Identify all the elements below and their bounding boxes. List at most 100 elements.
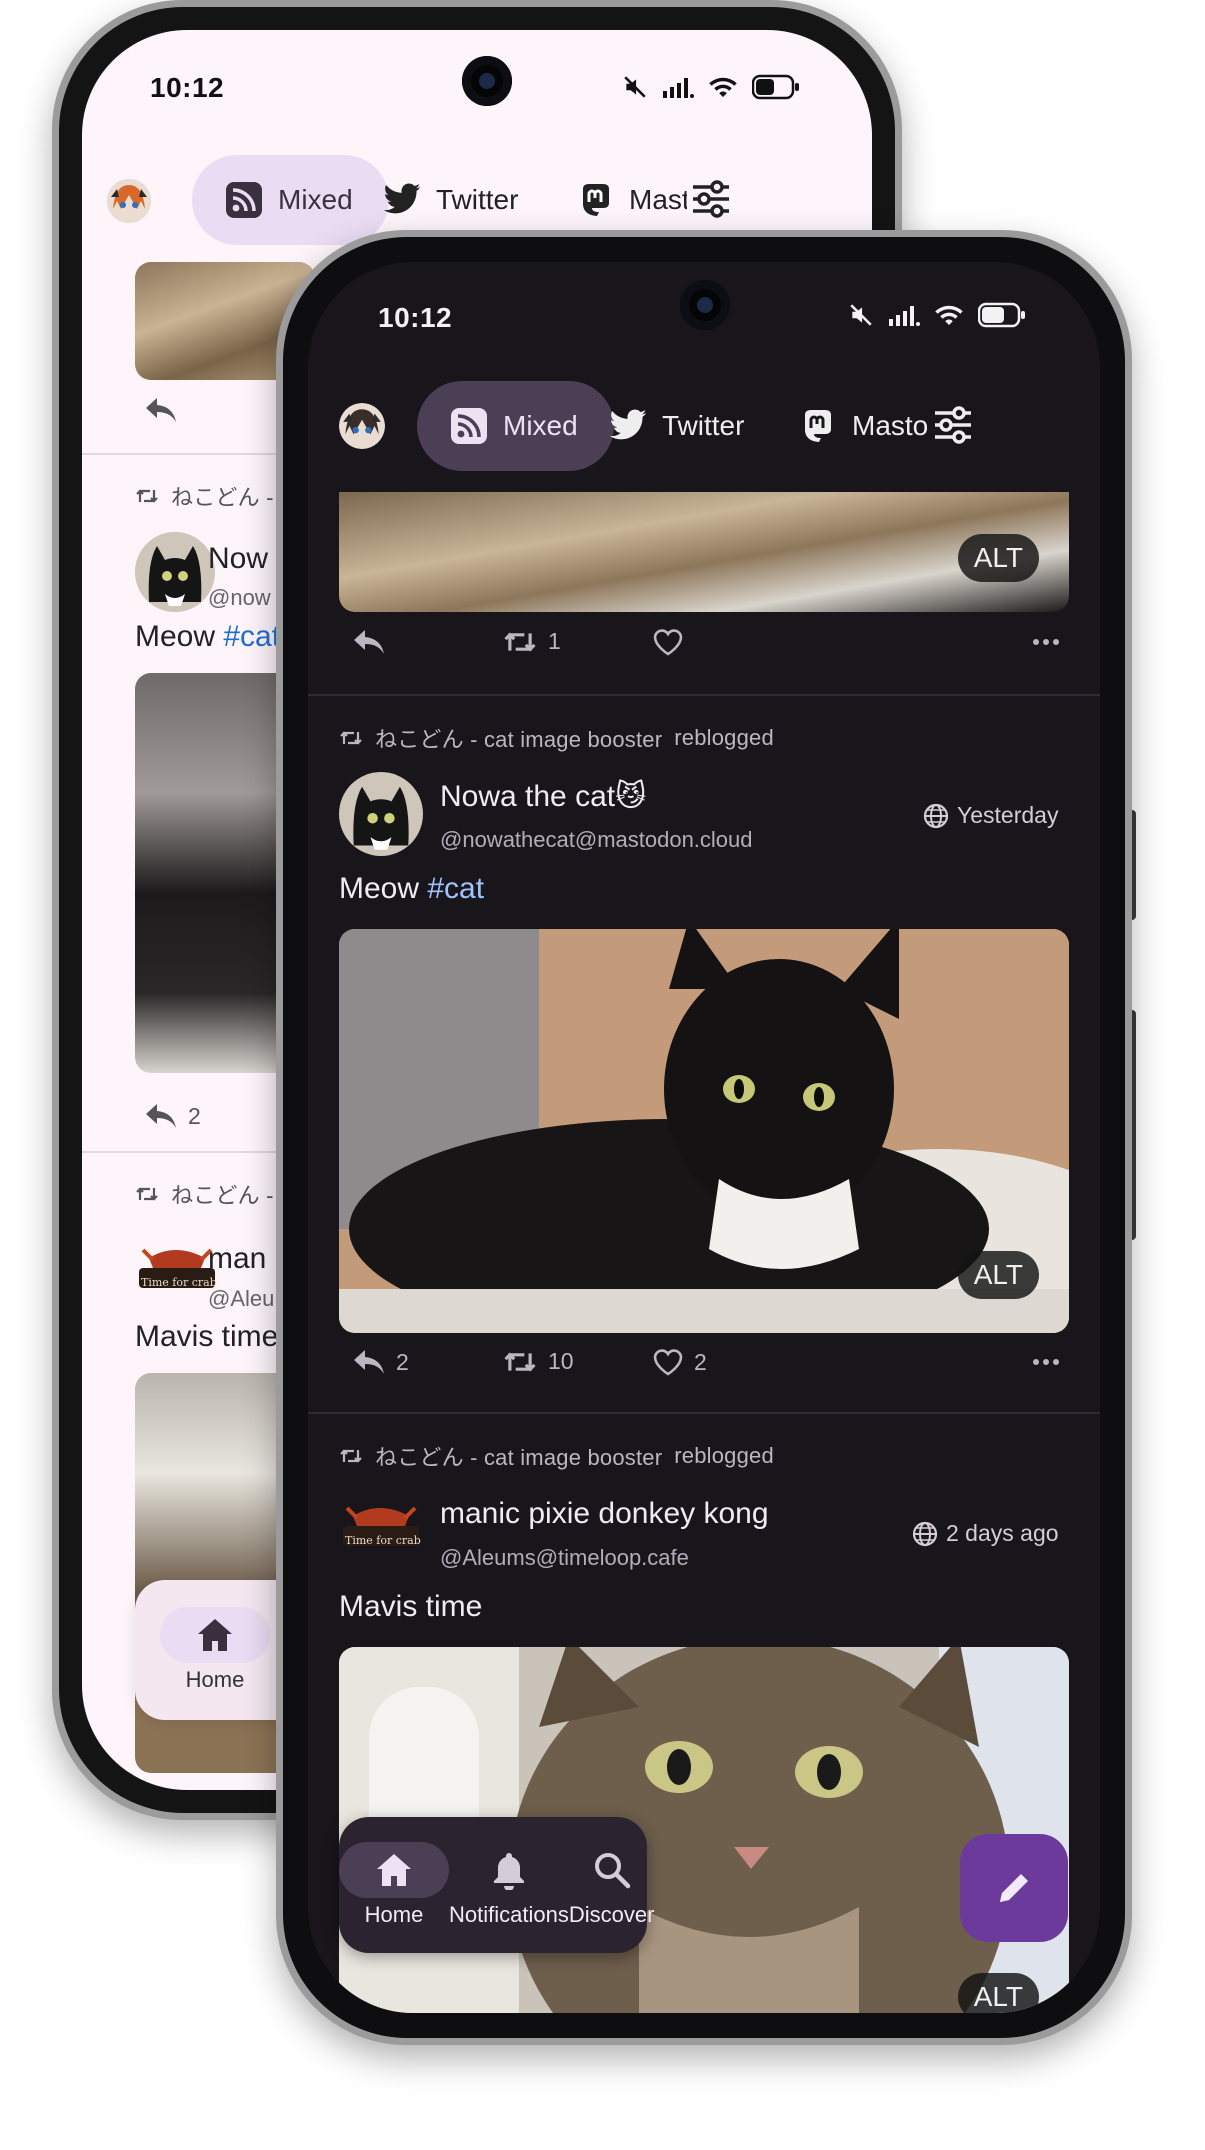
- crab-avatar-icon: [343, 1506, 419, 1546]
- anime-avatar-icon: [339, 403, 385, 449]
- author-avatar[interactable]: [135, 532, 215, 612]
- twitter-bird-icon: [382, 180, 422, 220]
- tab-mastodon[interactable]: Masto: [798, 381, 931, 471]
- boost-icon: [340, 1449, 362, 1463]
- author-handle: @Aleu: [208, 1286, 275, 1311]
- post-text-body: Meow: [135, 620, 224, 653]
- globe-icon: [923, 803, 949, 828]
- globe-icon: [912, 1521, 938, 1546]
- nav-notifications[interactable]: Notifications: [449, 1817, 569, 1953]
- booster-name[interactable]: ねこどん - cat image booster: [375, 1440, 662, 1472]
- nav-home-pill: [339, 1842, 449, 1898]
- post-time-label: Yesterday: [957, 802, 1059, 828]
- nav-home[interactable]: Home: [135, 1580, 295, 1720]
- nav-discover[interactable]: Discover: [569, 1817, 654, 1953]
- post-text-body: Meow: [339, 872, 428, 905]
- tab-mixed[interactable]: Mixed: [417, 381, 614, 471]
- like-count: 2: [694, 1348, 707, 1375]
- avatar-caption: Time for crab: [141, 1276, 217, 1289]
- boost-action: reblogged: [674, 725, 774, 750]
- reply-button[interactable]: 2: [144, 1102, 201, 1130]
- boost-line: ねこどん - c: [135, 1178, 291, 1210]
- author-name[interactable]: man: [208, 1242, 266, 1276]
- heart-icon: [653, 1349, 683, 1376]
- booster-name[interactable]: ねこどん - cat image booster: [375, 722, 662, 754]
- post-text: Mavis time: [135, 1320, 279, 1353]
- front-camera-icon: [462, 56, 512, 106]
- status-icons: [848, 302, 1026, 328]
- pencil-icon: [1000, 1874, 1028, 1902]
- alt-badge[interactable]: ALT: [957, 534, 1039, 582]
- hashtag-link[interactable]: #cat: [223, 620, 280, 653]
- more-button[interactable]: [1032, 1348, 1060, 1376]
- tune-sliders-icon[interactable]: [690, 179, 732, 224]
- battery-icon: [978, 302, 1025, 328]
- nav-home-label: Home: [185, 1667, 245, 1692]
- tab-twitter-label: Twitter: [662, 410, 745, 441]
- reply-button[interactable]: 2: [352, 1348, 409, 1376]
- boost-count: 10: [548, 1348, 574, 1374]
- author-avatar[interactable]: Time for crab: [135, 1238, 219, 1298]
- boost-button[interactable]: 1: [502, 628, 561, 655]
- front-camera-icon: [680, 280, 730, 330]
- boost-line: ねこどん - c: [135, 480, 291, 512]
- boost-button[interactable]: 10: [502, 1348, 574, 1375]
- reply-count: 2: [396, 1348, 409, 1375]
- compose-button[interactable]: [960, 1834, 1068, 1942]
- tab-twitter-label: Twitter: [436, 184, 519, 215]
- alt-badge[interactable]: ALT: [957, 1251, 1039, 1299]
- heart-icon: [653, 629, 683, 656]
- author-handle: @Aleums@timeloop.cafe: [440, 1545, 689, 1570]
- account-avatar[interactable]: [107, 179, 151, 223]
- tab-mastodon-label: Masto: [852, 410, 929, 441]
- post-image-fur[interactable]: ALT: [339, 492, 1069, 612]
- post-time-label: 2 days ago: [946, 1520, 1059, 1546]
- reply-count: 2: [188, 1102, 201, 1129]
- author-name[interactable]: Now: [208, 542, 268, 576]
- front-phone-frame: 10:12 Mixed Twitter Masto ALT 1 ねこどん - c…: [276, 230, 1132, 2045]
- tab-mixed[interactable]: Mixed: [192, 155, 389, 245]
- boost-count: 1: [548, 628, 561, 654]
- nav-home[interactable]: Home: [339, 1817, 449, 1953]
- nav-notifications-label: Notifications: [449, 1902, 569, 1927]
- boost-icon: [504, 1352, 536, 1371]
- nav-home-pill: [160, 1607, 270, 1663]
- tune-sliders-icon[interactable]: [932, 405, 974, 450]
- cat-avatar-icon: [135, 532, 215, 612]
- tab-mixed-label: Mixed: [278, 184, 353, 215]
- hashtag-link[interactable]: #cat: [427, 872, 484, 905]
- reply-button[interactable]: [352, 628, 396, 656]
- reply-icon[interactable]: [144, 396, 178, 429]
- alt-badge[interactable]: ALT: [957, 1973, 1039, 2013]
- post-image-cat[interactable]: ALT: [339, 929, 1069, 1333]
- author-name[interactable]: Nowa the cat😼: [440, 779, 646, 814]
- tab-twitter[interactable]: Twitter: [608, 381, 744, 471]
- booster-name: ねこどん - c: [171, 1183, 292, 1208]
- search-icon: [594, 1853, 630, 1889]
- boost-icon: [136, 1187, 158, 1201]
- post-text: Meow #cat: [339, 872, 484, 906]
- nav-discover-pill: [582, 1842, 642, 1898]
- reply-icon: [146, 1104, 176, 1128]
- author-avatar[interactable]: Time for crab: [339, 1494, 423, 1558]
- twitter-bird-icon: [608, 406, 648, 446]
- crab-avatar-icon: [139, 1248, 215, 1288]
- status-time: 10:12: [150, 72, 225, 103]
- more-button[interactable]: [1032, 628, 1060, 656]
- mute-icon: [850, 304, 872, 326]
- boost-icon: [504, 632, 536, 651]
- account-avatar[interactable]: [339, 403, 385, 449]
- post-time: Yesterday: [923, 802, 1058, 829]
- booster-name: ねこどん - c: [171, 485, 292, 510]
- mute-icon: [624, 76, 646, 98]
- status-bar: 10:12: [308, 262, 1100, 382]
- more-horizontal-icon: [1033, 1359, 1059, 1365]
- status-time: 10:12: [378, 302, 453, 333]
- like-button[interactable]: 2: [652, 1348, 707, 1376]
- author-avatar[interactable]: [339, 772, 423, 856]
- rss-icon: [224, 180, 264, 220]
- rss-icon: [449, 406, 489, 446]
- author-name[interactable]: manic pixie donkey kong: [440, 1497, 769, 1531]
- like-button[interactable]: [652, 628, 694, 656]
- author-handle: @now: [208, 585, 271, 610]
